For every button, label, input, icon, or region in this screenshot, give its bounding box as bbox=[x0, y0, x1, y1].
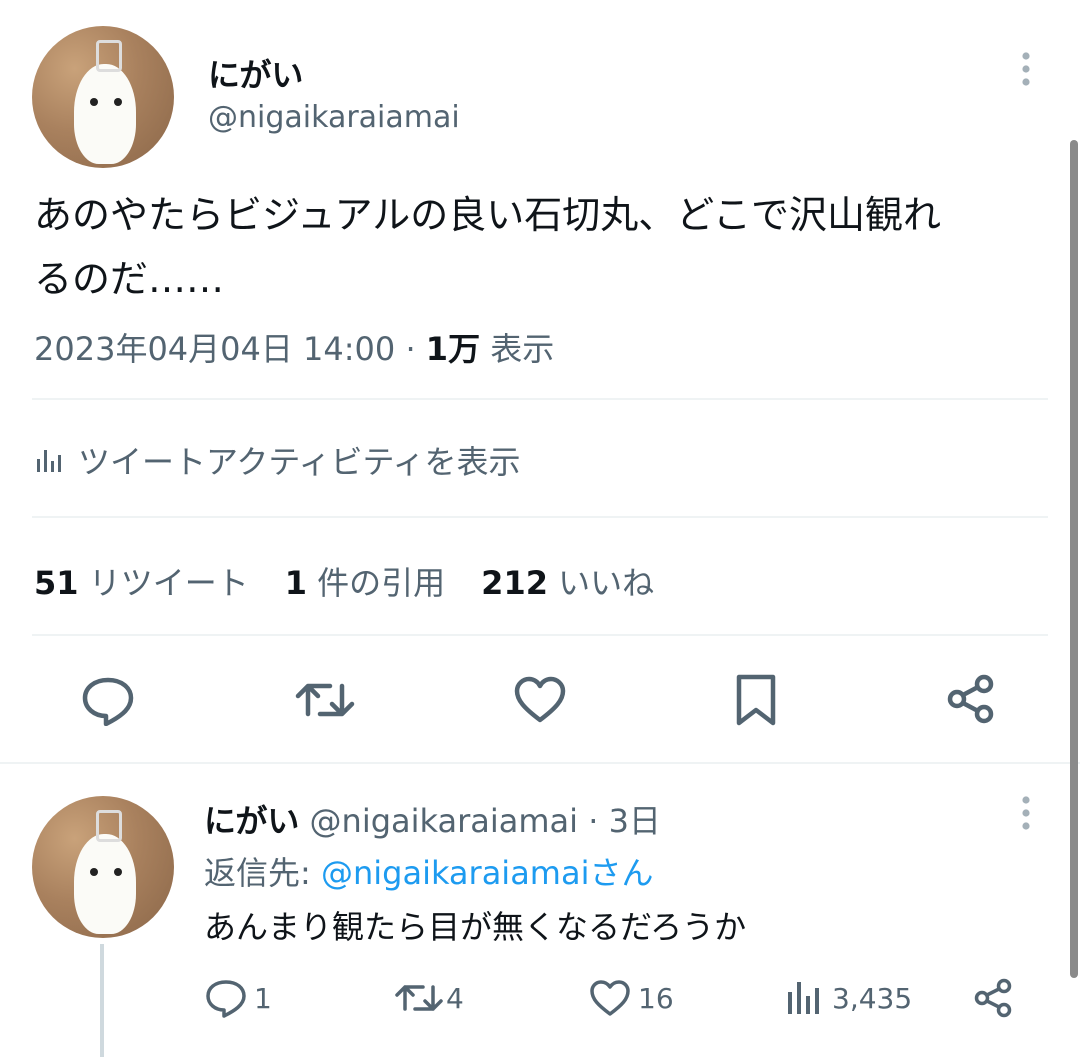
reply-to-suffix: さん bbox=[589, 854, 654, 892]
reply-action-like[interactable]: 16 bbox=[588, 978, 674, 1018]
reply-author-name[interactable]: にがい bbox=[204, 802, 299, 840]
reply-share-icon[interactable] bbox=[972, 976, 1016, 1020]
reply-time[interactable]: 3日 bbox=[609, 802, 661, 840]
reply-author-handle[interactable]: @nigaikaraiamai bbox=[310, 802, 579, 840]
tweet-activity-link[interactable]: ツイートアクティビティを表示 bbox=[34, 440, 521, 481]
author-avatar[interactable] bbox=[32, 26, 174, 168]
likes-label: いいね bbox=[558, 564, 655, 602]
quotes-label: 件の引用 bbox=[317, 564, 446, 602]
divider bbox=[32, 634, 1048, 636]
reply-to-prefix: 返信先: bbox=[204, 854, 321, 892]
reply-action-reply[interactable]: 1 bbox=[204, 978, 272, 1018]
reply-action-retweet[interactable]: 4 bbox=[394, 978, 464, 1018]
views-label: 表示 bbox=[490, 330, 555, 368]
tweet-stats: 51 リツイート 1 件の引用 212 いいね bbox=[34, 558, 654, 604]
views-count: 3,435 bbox=[832, 981, 913, 1015]
retweets-count: 51 bbox=[34, 564, 79, 602]
reply-text: あんまり観たら目が無くなるだろうか bbox=[204, 908, 747, 946]
tweet-text-line-2: るのだ…… bbox=[34, 257, 225, 301]
activity-icon bbox=[34, 447, 64, 473]
likes-stat[interactable]: 212 いいね bbox=[481, 558, 654, 604]
like-icon[interactable] bbox=[512, 674, 568, 726]
quotes-stat[interactable]: 1 件の引用 bbox=[285, 558, 445, 604]
retweet-icon bbox=[394, 978, 444, 1018]
quotes-count: 1 bbox=[284, 564, 307, 602]
tweet-text-line-1: あのやたらビジュアルの良い石切丸、どこで沢山観れ bbox=[34, 193, 942, 237]
tweet-meta: 2023年04月04日 14:00 · 1万 表示 bbox=[34, 324, 554, 370]
retweet-count: 4 bbox=[446, 981, 464, 1015]
meta-separator: · bbox=[405, 330, 416, 368]
views-icon bbox=[784, 978, 824, 1018]
reply-header: にがい @nigaikaraiamai · 3日 bbox=[204, 796, 661, 842]
reply-author-avatar[interactable] bbox=[32, 796, 174, 938]
divider bbox=[32, 398, 1048, 400]
reply-count: 1 bbox=[254, 981, 272, 1015]
views-count: 1万 bbox=[425, 330, 481, 368]
author-handle[interactable]: @nigaikaraiamai bbox=[208, 100, 460, 135]
reply-to-handle[interactable]: @nigaikaraiamai bbox=[321, 854, 590, 892]
retweets-stat[interactable]: 51 リツイート bbox=[34, 558, 249, 604]
reply-icon[interactable] bbox=[80, 674, 136, 726]
bookmark-icon[interactable] bbox=[732, 672, 780, 728]
scrollbar[interactable] bbox=[1070, 140, 1078, 978]
reply-more-icon[interactable] bbox=[1016, 794, 1036, 834]
thread-line bbox=[100, 944, 104, 1057]
like-count: 16 bbox=[638, 981, 674, 1015]
like-icon bbox=[588, 978, 632, 1018]
reply-icon bbox=[204, 978, 248, 1018]
reply-action-views[interactable]: 3,435 bbox=[784, 978, 912, 1018]
section-separator bbox=[0, 762, 1080, 764]
more-icon[interactable] bbox=[1016, 50, 1036, 90]
retweet-icon[interactable] bbox=[294, 674, 356, 726]
reply-to-line: 返信先: @nigaikaraiamaiさん bbox=[204, 848, 653, 894]
retweets-label: リツイート bbox=[88, 564, 249, 602]
activity-label: ツイートアクティビティを表示 bbox=[78, 443, 521, 481]
divider bbox=[32, 516, 1048, 518]
tweet-timestamp[interactable]: 2023年04月04日 14:00 bbox=[34, 330, 395, 368]
author-name[interactable]: にがい bbox=[208, 50, 303, 96]
share-icon[interactable] bbox=[944, 672, 998, 726]
likes-count: 212 bbox=[481, 564, 548, 602]
reply-separator: · bbox=[588, 802, 599, 840]
